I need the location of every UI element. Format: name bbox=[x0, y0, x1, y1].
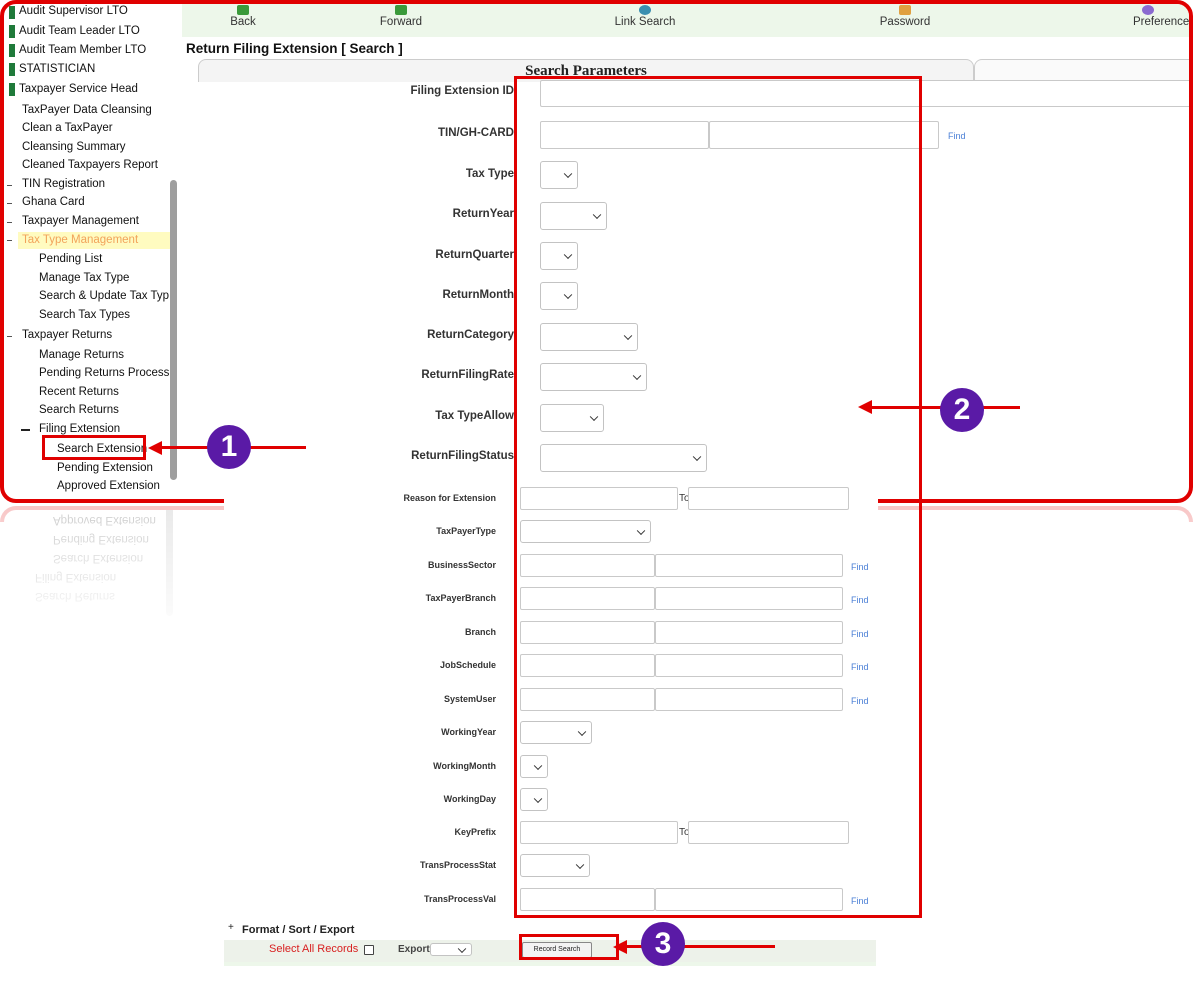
sidebar-item-recent-returns[interactable]: Recent Returns bbox=[39, 386, 119, 398]
collapse-dash-icon bbox=[7, 203, 12, 204]
label-tin: TIN/GH-CARD bbox=[437, 127, 514, 139]
step-badge-3: 3 bbox=[641, 922, 685, 966]
link-search-label: Link Search bbox=[614, 16, 676, 28]
sidebar-item-filing-extension[interactable]: Filing Extension bbox=[39, 423, 120, 435]
label-branch: Branch bbox=[464, 627, 496, 637]
green-marker-icon bbox=[9, 25, 15, 38]
label-filing-extension-id: Filing Extension ID bbox=[410, 85, 514, 97]
label-reason: Reason for Extension bbox=[403, 493, 496, 503]
green-marker-icon bbox=[9, 83, 15, 96]
green-marker-icon bbox=[9, 6, 15, 19]
export-row-bottom bbox=[224, 962, 876, 966]
highlight-box-record-search bbox=[519, 934, 619, 960]
toolbar: Back Forward Link Search Password Prefer… bbox=[182, 4, 1190, 37]
sidebar-item-search-tax-types[interactable]: Search Tax Types bbox=[39, 309, 130, 321]
sidebar-item-tin-registration[interactable]: TIN Registration bbox=[22, 178, 105, 190]
preferences-icon bbox=[1142, 5, 1154, 15]
sidebar-item-data-cleansing[interactable]: TaxPayer Data Cleansing bbox=[22, 104, 152, 116]
green-marker-icon bbox=[9, 44, 15, 57]
preferences-button[interactable]: Preference bbox=[1112, 4, 1190, 28]
forward-label: Forward bbox=[379, 16, 423, 28]
sidebar-item-search-update-tax-type[interactable]: Search & Update Tax Type bbox=[39, 290, 169, 302]
forward-button[interactable]: Forward bbox=[346, 4, 456, 28]
sidebar-item-search-returns[interactable]: Search Returns bbox=[39, 404, 119, 416]
label-working-month: WorkingMonth bbox=[433, 761, 496, 771]
sidebar-item-taxpayer-service-head[interactable]: Taxpayer Service Head bbox=[19, 83, 138, 95]
label-return-filing-rate: ReturnFilingRate bbox=[421, 369, 514, 381]
sidebar-item-manage-returns[interactable]: Manage Returns bbox=[39, 349, 124, 361]
sidebar-item-pending-extension[interactable]: Pending Extension bbox=[57, 462, 153, 474]
collapse-dash-icon bbox=[7, 240, 12, 241]
collapse-dash-icon bbox=[7, 185, 12, 186]
select-all-label: Select All Records bbox=[269, 943, 359, 955]
sidebar: Audit Supervisor LTO Audit Team Leader L… bbox=[4, 4, 178, 499]
sidebar-item-audit-supervisor[interactable]: Audit Supervisor LTO bbox=[19, 5, 128, 17]
label-working-day: WorkingDay bbox=[443, 794, 496, 804]
sidebar-item-clean-taxpayer[interactable]: Clean a TaxPayer bbox=[22, 122, 113, 134]
label-return-year: ReturnYear bbox=[452, 208, 514, 220]
sidebar-item-pending-returns[interactable]: Pending Returns Process bbox=[39, 367, 169, 379]
sidebar-item-ghana-card[interactable]: Ghana Card bbox=[22, 196, 85, 208]
back-label: Back bbox=[230, 16, 256, 28]
sidebar-item-statistician[interactable]: STATISTICIAN bbox=[19, 63, 95, 75]
sidebar-item-pending-list[interactable]: Pending List bbox=[39, 253, 102, 265]
label-trans-process-val: TransProcessVal bbox=[423, 894, 496, 904]
label-job-schedule: JobSchedule bbox=[439, 660, 496, 670]
label-key-prefix: KeyPrefix bbox=[454, 827, 496, 837]
expand-plus-icon[interactable]: + bbox=[228, 922, 234, 933]
sidebar-item-approved-extension[interactable]: Approved Extension bbox=[57, 480, 160, 492]
password-button[interactable]: Password bbox=[850, 4, 960, 28]
label-business-sector: BusinessSector bbox=[427, 560, 496, 570]
back-arrow-icon bbox=[237, 5, 249, 15]
password-label: Password bbox=[879, 16, 931, 28]
select-all-checkbox[interactable] bbox=[364, 945, 374, 955]
collapse-dash-icon bbox=[7, 336, 12, 337]
step-badge-1: 1 bbox=[207, 425, 251, 469]
sidebar-item-tax-type-management[interactable]: Tax Type Management bbox=[18, 232, 171, 249]
highlight-box-search-parameters bbox=[514, 76, 922, 918]
label-system-user: SystemUser bbox=[443, 694, 496, 704]
tab-secondary[interactable] bbox=[974, 59, 1189, 82]
sidebar-item-manage-tax-type[interactable]: Manage Tax Type bbox=[39, 272, 129, 284]
sidebar-item-taxpayer-returns[interactable]: Taxpayer Returns bbox=[22, 329, 112, 341]
format-title: Format / Sort / Export bbox=[242, 924, 355, 936]
green-marker-icon bbox=[9, 63, 15, 76]
key-icon bbox=[899, 5, 911, 15]
export-select[interactable] bbox=[430, 943, 472, 956]
label-return-filing-status: ReturnFilingStatus bbox=[411, 450, 514, 462]
tin-find-link[interactable]: Find bbox=[948, 131, 966, 141]
link-search-button[interactable]: Link Search bbox=[590, 4, 700, 28]
sidebar-item-audit-team-member[interactable]: Audit Team Member LTO bbox=[19, 44, 146, 56]
label-taxpayer-type: TaxPayerType bbox=[436, 526, 496, 536]
forward-arrow-icon bbox=[395, 5, 407, 15]
label-taxpayer-branch: TaxPayerBranch bbox=[425, 593, 496, 603]
label-return-quarter: ReturnQuarter bbox=[435, 249, 514, 261]
label-working-year: WorkingYear bbox=[441, 727, 496, 737]
back-button[interactable]: Back bbox=[188, 4, 298, 28]
page-title: Return Filing Extension [ Search ] bbox=[186, 41, 403, 56]
globe-icon bbox=[639, 5, 651, 15]
sidebar-item-taxpayer-management[interactable]: Taxpayer Management bbox=[22, 215, 139, 227]
sidebar-item-cleansing-summary[interactable]: Cleansing Summary bbox=[22, 141, 126, 153]
sidebar-item-audit-team-leader[interactable]: Audit Team Leader LTO bbox=[19, 25, 140, 37]
collapse-dash-icon bbox=[7, 222, 12, 223]
step-badge-2: 2 bbox=[940, 388, 984, 432]
sidebar-scrollbar[interactable] bbox=[170, 180, 177, 480]
label-trans-process-stat: TransProcessStat bbox=[419, 860, 496, 870]
export-label: Export bbox=[398, 944, 430, 955]
preferences-label: Preference bbox=[1133, 16, 1190, 28]
label-tax-type-allow: Tax TypeAllow bbox=[435, 410, 514, 422]
label-tax-type: Tax Type bbox=[465, 168, 514, 180]
sidebar-item-cleaned-report[interactable]: Cleaned Taxpayers Report bbox=[22, 159, 158, 171]
minus-icon[interactable] bbox=[21, 429, 30, 431]
label-return-month: ReturnMonth bbox=[442, 289, 514, 301]
label-return-category: ReturnCategory bbox=[427, 329, 514, 341]
highlight-box-search-extension bbox=[42, 435, 146, 460]
